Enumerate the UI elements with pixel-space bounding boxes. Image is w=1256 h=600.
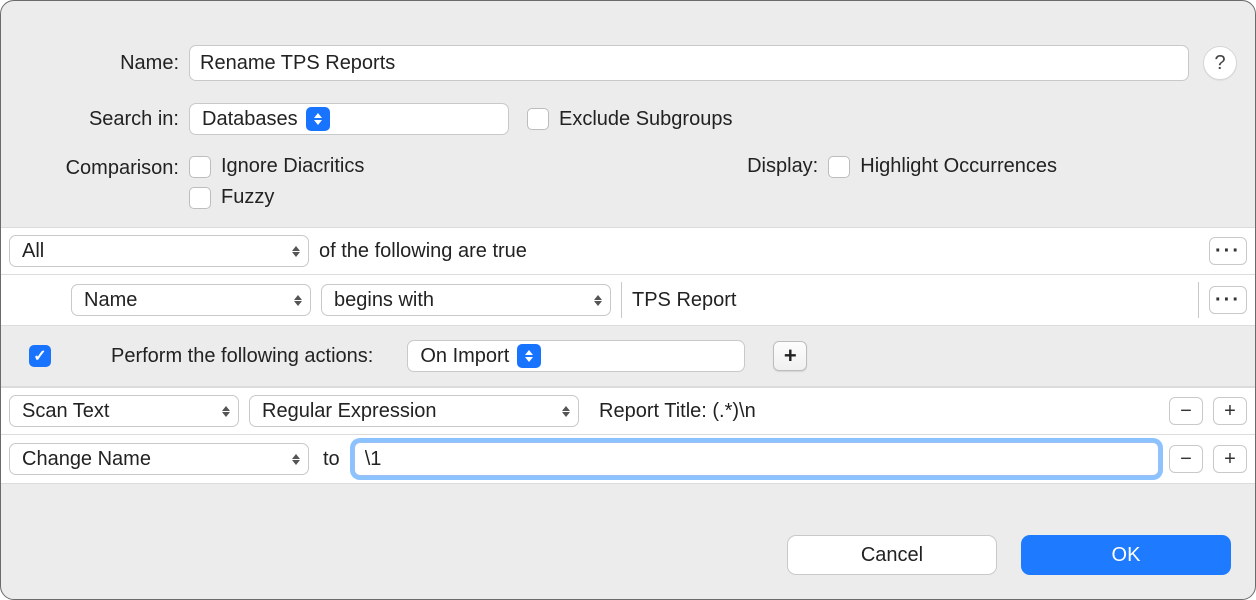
actions-enabled-checkbox[interactable] — [29, 345, 51, 367]
add-action-button[interactable]: + — [1213, 445, 1247, 473]
condition-operator-select[interactable]: begins with — [321, 284, 611, 316]
add-action-button[interactable]: + — [1213, 397, 1247, 425]
chevron-updown-icon — [594, 295, 602, 306]
condition-more-button[interactable]: ··· — [1209, 286, 1247, 314]
quantifier-select[interactable]: All — [9, 235, 309, 267]
exclude-subgroups-label: Exclude Subgroups — [559, 108, 732, 131]
smart-rule-dialog: Name: ? Search in: Databases Exclude Sub… — [0, 0, 1256, 600]
quantifier-value: All — [22, 240, 44, 263]
ok-button[interactable]: OK — [1021, 535, 1231, 575]
action-row-change-name: Change Name to − + — [1, 434, 1255, 484]
action-type-select[interactable]: Change Name — [9, 443, 309, 475]
remove-action-button[interactable]: − — [1169, 397, 1203, 425]
fuzzy-label: Fuzzy — [221, 186, 274, 209]
exclude-subgroups-checkbox[interactable] — [527, 108, 549, 130]
ignore-diacritics-checkbox[interactable] — [189, 156, 211, 178]
condition-row: Name begins with ··· — [1, 274, 1255, 325]
comparison-label: Comparison: — [19, 155, 189, 180]
change-name-value-input[interactable] — [354, 442, 1159, 476]
scan-mode-select[interactable]: Regular Expression — [249, 395, 579, 427]
search-in-value: Databases — [202, 108, 298, 131]
action-type-select[interactable]: Scan Text — [9, 395, 239, 427]
actions-trigger-select[interactable]: On Import — [407, 340, 745, 372]
conditions-section: All of the following are true ··· Name b… — [1, 227, 1255, 484]
predicate-quantifier-row: All of the following are true ··· — [1, 227, 1255, 274]
actions-trigger-value: On Import — [420, 345, 509, 368]
condition-field-select[interactable]: Name — [71, 284, 311, 316]
dialog-footer: Cancel OK — [787, 535, 1231, 575]
highlight-occurrences-label: Highlight Occurrences — [860, 155, 1057, 178]
action-type-value: Scan Text — [22, 400, 109, 423]
name-input[interactable] — [189, 45, 1189, 81]
highlight-occurrences-checkbox[interactable] — [828, 156, 850, 178]
fuzzy-checkbox[interactable] — [189, 187, 211, 209]
condition-operator-value: begins with — [334, 289, 434, 312]
action-row-scan: Scan Text Regular Expression − + — [1, 387, 1255, 434]
chevron-updown-icon — [294, 295, 302, 306]
condition-value-input[interactable] — [621, 282, 1199, 318]
remove-action-button[interactable]: − — [1169, 445, 1203, 473]
chevron-updown-icon — [222, 406, 230, 417]
actions-header-label: Perform the following actions: — [111, 345, 373, 368]
chevron-updown-icon — [292, 246, 300, 257]
search-in-label: Search in: — [19, 108, 189, 131]
quantifier-more-button[interactable]: ··· — [1209, 237, 1247, 265]
to-label: to — [323, 448, 340, 471]
add-trigger-button[interactable]: + — [773, 341, 807, 371]
condition-field-value: Name — [84, 289, 137, 312]
chevron-updown-icon — [306, 107, 330, 131]
display-label: Display: — [747, 155, 828, 178]
quantifier-suffix: of the following are true — [319, 240, 527, 263]
scan-mode-value: Regular Expression — [262, 400, 437, 423]
action-type-value: Change Name — [22, 448, 151, 471]
chevron-updown-icon — [517, 344, 541, 368]
cancel-button[interactable]: Cancel — [787, 535, 997, 575]
ignore-diacritics-label: Ignore Diacritics — [221, 155, 364, 178]
name-label: Name: — [19, 52, 189, 75]
help-button[interactable]: ? — [1203, 46, 1237, 80]
scan-pattern-input[interactable] — [589, 396, 1159, 426]
chevron-updown-icon — [562, 406, 570, 417]
chevron-updown-icon — [292, 454, 300, 465]
search-in-select[interactable]: Databases — [189, 103, 509, 135]
actions-header-row: Perform the following actions: On Import… — [1, 325, 1255, 387]
